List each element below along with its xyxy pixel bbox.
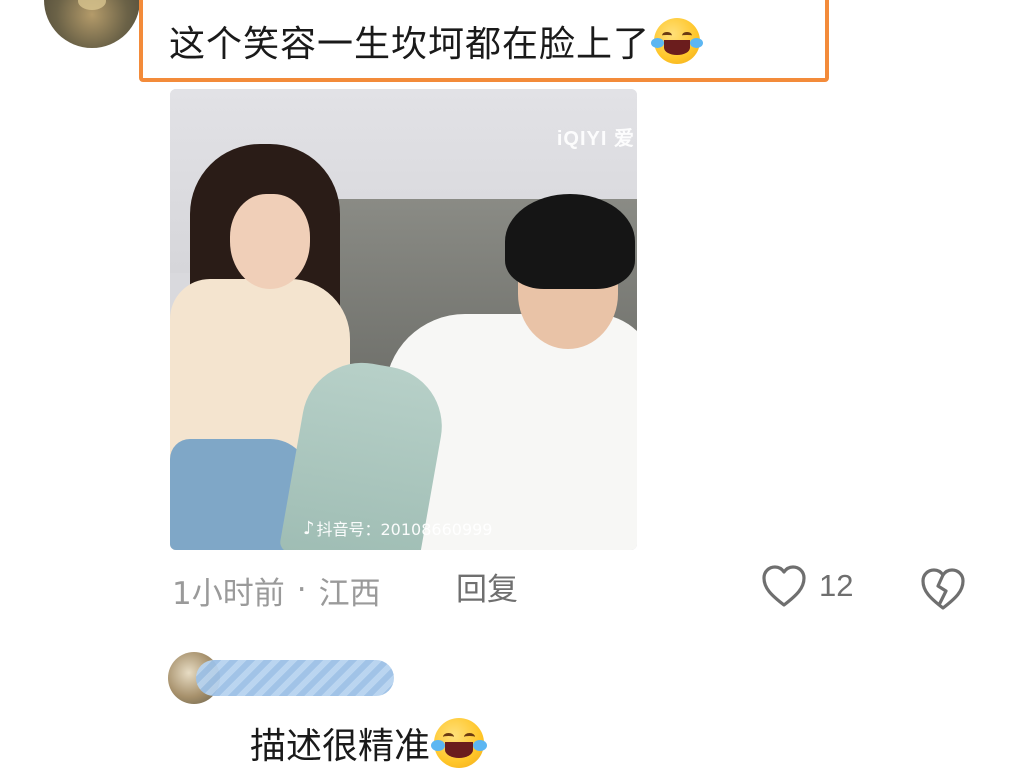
reply-comment-text: 描述很精准 <box>250 726 431 767</box>
comment-text: 这个笑容一生坎坷都在脸上了 <box>169 24 651 65</box>
meta-separator: · <box>296 572 307 608</box>
comment-location: 江西 <box>318 575 381 612</box>
reply-button[interactable]: 回复 <box>456 566 518 614</box>
heart-icon <box>762 565 806 607</box>
redacted-username <box>196 660 394 696</box>
dislike-button[interactable] <box>920 567 966 615</box>
comment-image[interactable]: iQIYI 爱 ♪ 抖音号：20108660999 <box>170 89 637 550</box>
laughing-crying-emoji-icon <box>651 18 703 64</box>
highlighted-comment: 这个笑容一生坎坷都在脸上了 <box>139 0 829 82</box>
douyin-note-icon: ♪ <box>303 517 315 539</box>
comment-time: 1小时前 <box>172 575 285 612</box>
douyin-watermark-text: 抖音号：20108660999 <box>316 520 493 539</box>
like-count: 12 <box>819 568 854 603</box>
comment-meta: 1小时前 · 江西 <box>172 566 381 614</box>
commenter-avatar[interactable] <box>44 0 140 48</box>
broken-heart-icon <box>921 568 965 610</box>
iqiyi-watermark: iQIYI 爱 <box>556 128 635 150</box>
laughing-crying-emoji-icon <box>431 718 488 768</box>
like-button[interactable]: 12 <box>761 564 853 608</box>
reply-comment: 描述很精准 <box>250 717 488 769</box>
comment-thread: 这个笑容一生坎坷都在脸上了 iQIYI 爱 ♪ 抖音号：20108660999 … <box>0 0 1020 771</box>
douyin-watermark: ♪ 抖音号：20108660999 <box>303 516 492 540</box>
